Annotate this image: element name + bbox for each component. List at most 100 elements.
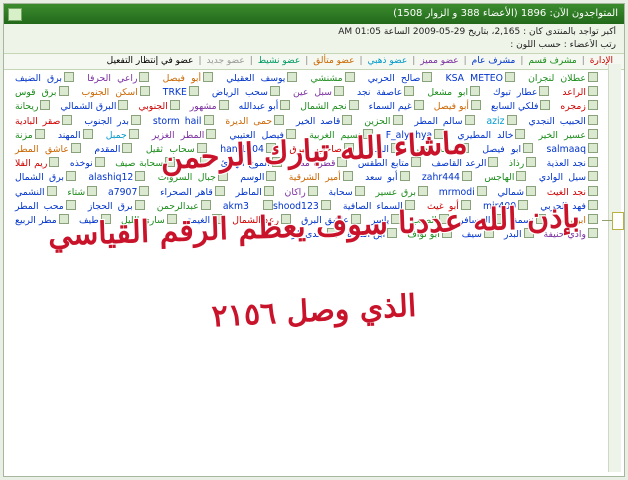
member-name-link[interactable]: خالد المطيري <box>457 130 513 141</box>
member-name-link[interactable]: zahr444 <box>422 172 460 183</box>
member-name-link[interactable]: مشنشي <box>311 73 343 84</box>
member-name-link[interactable]: راكان <box>285 187 306 198</box>
member-name-link[interactable]: صقر البادية <box>15 116 60 127</box>
online-member[interactable]: الحبيب النجدي <box>528 114 598 127</box>
online-member[interactable]: قاهر الصحراء <box>160 185 225 198</box>
member-name-link[interactable]: ريحانة <box>15 101 38 112</box>
member-name-link[interactable]: متابع الطقس <box>358 158 409 169</box>
member-name-link[interactable]: عاشق البرق <box>301 215 349 226</box>
online-member[interactable]: قاصد الخير <box>296 114 353 127</box>
online-member[interactable]: خالد المطيري <box>457 128 526 141</box>
member-name-link[interactable]: جبال السروات <box>158 172 216 183</box>
member-name-link[interactable]: عاشق المطر <box>15 144 69 155</box>
online-member[interactable]: عاشق المطر <box>15 143 81 155</box>
online-member[interactable]: المطر الغزير <box>152 128 217 141</box>
online-member[interactable]: حمى الديرة <box>225 114 285 127</box>
member-name-link[interactable]: سيف <box>462 229 482 240</box>
member-name-link[interactable]: أبو سعد <box>365 172 397 183</box>
online-member[interactable]: زمجره <box>560 100 598 112</box>
online-member[interactable]: أبو فيصل <box>434 100 482 112</box>
member-name-link[interactable]: سبل عين <box>293 87 332 98</box>
online-member[interactable]: ابو ريان <box>556 214 598 226</box>
member-name-link[interactable]: برق الضيف <box>15 73 62 84</box>
online-member[interactable]: نسمة <box>513 214 546 226</box>
online-member[interactable]: صدى الرعد <box>281 228 338 240</box>
online-member[interactable]: شتاء <box>67 185 98 198</box>
member-name-link[interactable]: الحبيب النجدي <box>528 116 585 127</box>
member-name-link[interactable]: سيل الوادي <box>539 172 586 183</box>
online-member[interactable]: أمير الشرقية <box>289 171 353 183</box>
member-name-link[interactable]: محب المطر <box>15 201 64 212</box>
member-name-link[interactable]: ابو فيصل <box>482 144 521 155</box>
member-name-link[interactable]: نجد العذية <box>547 158 586 169</box>
member-name-link[interactable]: salmaaq <box>547 144 586 155</box>
online-member[interactable]: الموج الهادئ <box>221 157 282 169</box>
member-name-link[interactable]: الصيب <box>411 215 436 226</box>
online-member[interactable]: المقدم <box>94 143 133 155</box>
online-member[interactable]: سيل الوادي <box>539 171 598 183</box>
member-name-link[interactable]: نسيم الغربية <box>309 130 360 141</box>
online-member[interactable]: يوسف العقيلي <box>226 72 298 84</box>
online-member[interactable]: راعي الحرفا <box>87 72 150 84</box>
member-name-link[interactable]: الحزين <box>364 116 390 127</box>
member-name-link[interactable]: نوخذه <box>70 158 93 169</box>
online-member[interactable]: mir400 <box>483 199 529 212</box>
member-name-link[interactable]: غيم السماء <box>369 101 412 112</box>
member-name-link[interactable]: المهند <box>58 130 81 141</box>
online-member[interactable]: وادي حنيفة <box>544 228 598 240</box>
online-member[interactable]: أبو عبدالله <box>239 100 291 112</box>
member-name-link[interactable]: المسافر <box>459 215 491 226</box>
member-name-link[interactable]: قاهر الصحراء <box>160 187 213 198</box>
member-name-link[interactable]: mir400 <box>483 201 516 212</box>
online-member[interactable]: صقر البادية <box>15 114 73 127</box>
online-member[interactable]: برق الضيف <box>15 72 74 84</box>
member-name-link[interactable]: ساري الليل <box>121 215 165 226</box>
member-name-link[interactable]: أبو نواف <box>407 229 440 240</box>
member-name-link[interactable]: KSA METEO <box>446 73 503 84</box>
member-name-link[interactable]: صالح الحربي <box>368 73 421 84</box>
online-member[interactable]: جمبل <box>106 128 139 141</box>
collapse-icon[interactable] <box>8 8 22 21</box>
member-name-link[interactable]: حمى الديرة <box>225 116 272 127</box>
online-member[interactable]: الحزين <box>364 114 403 127</box>
member-name-link[interactable]: akm3 <box>223 201 249 212</box>
member-name-link[interactable]: بدر الجنوب <box>84 116 129 127</box>
member-name-link[interactable]: عاصفة نجد <box>357 87 402 98</box>
online-member[interactable]: ريم الفلا <box>15 157 60 169</box>
member-name-link[interactable]: قاصد الخير <box>296 116 340 127</box>
member-name-link[interactable]: سحاب ثقيل <box>146 144 195 155</box>
online-member[interactable]: الهاجس <box>484 171 527 183</box>
member-name-link[interactable]: alashiq12 <box>88 172 133 183</box>
member-name-link[interactable]: الغيمة <box>187 215 210 226</box>
online-member[interactable]: سبل عين <box>293 86 344 98</box>
online-member[interactable]: TRKE <box>163 86 199 98</box>
member-name-link[interactable]: البرق الشمالي <box>60 101 116 112</box>
online-member[interactable]: ابو فيصل <box>482 143 534 155</box>
online-member[interactable]: shood123 <box>261 199 319 212</box>
online-member[interactable]: اسكن الجنوب <box>81 86 150 98</box>
online-member[interactable]: سالم المطر <box>414 114 475 127</box>
online-member[interactable]: فلكي السابع <box>491 100 551 112</box>
member-name-link[interactable]: aziz <box>486 116 504 127</box>
member-name-link[interactable]: mrmodi <box>439 187 475 198</box>
member-name-link[interactable]: Itti <box>186 158 199 169</box>
online-member[interactable]: Itti <box>186 157 211 169</box>
online-member[interactable]: محب المطر <box>15 199 76 212</box>
online-member[interactable]: عبدالرحمن <box>157 199 211 212</box>
online-member[interactable]: سحاب ثقيل <box>146 143 207 155</box>
member-name-link[interactable]: فيصل العتيبي <box>229 130 284 141</box>
online-member[interactable]: نجد الغيث <box>547 185 598 198</box>
member-name-link[interactable]: مشهور <box>190 101 217 112</box>
member-name-link[interactable]: راعي الحرفا <box>87 73 137 84</box>
online-member[interactable]: مزنة <box>15 128 45 141</box>
online-member[interactable]: فيصل العتيبي <box>229 128 296 141</box>
online-member[interactable]: غيم السماء <box>369 100 424 112</box>
online-member[interactable]: عاصفة نجد <box>357 86 415 98</box>
member-name-link[interactable]: برق الشمال <box>15 172 64 183</box>
member-name-link[interactable]: F_alyahya <box>386 130 433 141</box>
member-name-link[interactable]: المقدم <box>94 144 120 155</box>
member-name-link[interactable]: نسمة <box>513 215 534 226</box>
online-member[interactable]: ابو مشعل <box>427 86 481 98</box>
member-name-link[interactable]: البدر <box>504 229 522 240</box>
member-name-link[interactable]: الموج الهادئ <box>221 158 270 169</box>
